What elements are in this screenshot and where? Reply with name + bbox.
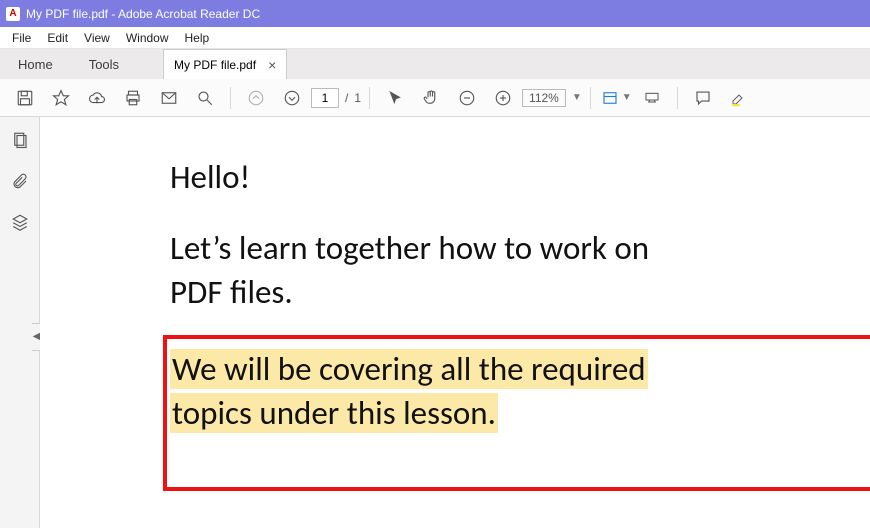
separator bbox=[230, 87, 231, 109]
tab-close-icon[interactable]: × bbox=[268, 57, 276, 73]
menu-edit[interactable]: Edit bbox=[39, 29, 76, 47]
separator bbox=[677, 87, 678, 109]
find-icon[interactable] bbox=[188, 83, 222, 113]
separator bbox=[369, 87, 370, 109]
toolbar: / 1 112% ▼ ▼ bbox=[0, 79, 870, 117]
tab-document[interactable]: My PDF file.pdf × bbox=[163, 49, 287, 79]
star-icon[interactable] bbox=[44, 83, 78, 113]
layers-icon[interactable] bbox=[11, 213, 29, 234]
zoom-out-icon[interactable] bbox=[450, 83, 484, 113]
page-down-icon[interactable] bbox=[275, 83, 309, 113]
attachments-icon[interactable] bbox=[11, 172, 29, 193]
pointer-icon[interactable] bbox=[378, 83, 412, 113]
highlight-icon[interactable] bbox=[722, 83, 756, 113]
thumbnails-icon[interactable] bbox=[11, 131, 29, 152]
tab-document-label: My PDF file.pdf bbox=[174, 58, 256, 72]
chevron-down-icon: ▼ bbox=[572, 92, 582, 103]
page-total: 1 bbox=[354, 91, 361, 105]
menu-help[interactable]: Help bbox=[177, 29, 218, 47]
page-separator: / bbox=[345, 91, 348, 105]
menu-view[interactable]: View bbox=[76, 29, 118, 47]
tab-tools[interactable]: Tools bbox=[71, 49, 137, 79]
save-icon[interactable] bbox=[8, 83, 42, 113]
tab-home[interactable]: Home bbox=[0, 49, 71, 79]
cloud-upload-icon[interactable] bbox=[80, 83, 114, 113]
mail-icon[interactable] bbox=[152, 83, 186, 113]
doc-paragraph-1: Hello! bbox=[170, 155, 850, 200]
page-indicator: / 1 bbox=[311, 88, 361, 108]
doc-paragraph-2: Let’s learn together how to work on PDF … bbox=[170, 226, 850, 315]
read-mode-icon[interactable] bbox=[635, 83, 669, 113]
hand-icon[interactable] bbox=[414, 83, 448, 113]
comment-icon[interactable] bbox=[686, 83, 720, 113]
titlebar: A My PDF file.pdf - Adobe Acrobat Reader… bbox=[0, 0, 870, 27]
page-current-input[interactable] bbox=[311, 88, 339, 108]
menu-window[interactable]: Window bbox=[118, 29, 177, 47]
document-page[interactable]: Hello! Let’s learn together how to work … bbox=[40, 117, 870, 528]
separator bbox=[590, 87, 591, 109]
menubar: File Edit View Window Help bbox=[0, 27, 870, 49]
chevron-down-icon: ▼ bbox=[622, 92, 632, 103]
zoom-value: 112% bbox=[522, 89, 566, 107]
zoom-in-icon[interactable] bbox=[486, 83, 520, 113]
print-icon[interactable] bbox=[116, 83, 150, 113]
fit-width-icon[interactable]: ▼ bbox=[599, 83, 633, 113]
app-icon: A bbox=[6, 7, 20, 21]
tabbar: Home Tools My PDF file.pdf × bbox=[0, 49, 870, 79]
left-panel: ◀ bbox=[0, 117, 40, 528]
main-area: ◀ Hello! Let’s learn together how to wor… bbox=[0, 117, 870, 528]
menu-file[interactable]: File bbox=[4, 29, 39, 47]
annotation-rectangle bbox=[163, 335, 870, 491]
page-up-icon[interactable] bbox=[239, 83, 273, 113]
window-title: My PDF file.pdf - Adobe Acrobat Reader D… bbox=[26, 7, 260, 21]
zoom-value-dropdown[interactable]: 112% ▼ bbox=[522, 89, 582, 107]
